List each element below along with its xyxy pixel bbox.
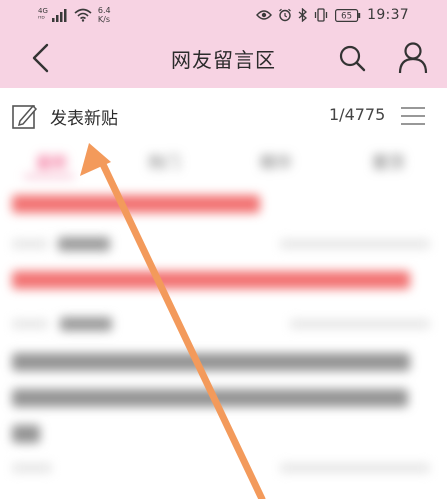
list-item-author (60, 317, 112, 331)
list-item-body (12, 353, 410, 371)
new-post-button[interactable]: 发表新贴 (50, 104, 118, 129)
edit-icon[interactable] (11, 102, 39, 130)
post-toolbar: 发表新贴 1/4775 (0, 88, 447, 143)
battery-icon: 65 (335, 8, 361, 22)
network-type-top: 4G (38, 7, 48, 15)
list-item-meta (280, 463, 430, 473)
list-item-meta (12, 239, 48, 249)
search-icon[interactable] (338, 44, 366, 72)
user-icon[interactable] (396, 40, 430, 74)
status-time: 19:37 (367, 7, 409, 23)
post-list-area: 最新 热门 精华 置顶 (0, 143, 447, 499)
eye-icon (256, 10, 273, 20)
bluetooth-icon (298, 8, 308, 22)
network-type: 4G ᴴᴰ (38, 7, 48, 23)
page-count: 1/4775 (329, 105, 386, 124)
list-item-body (12, 389, 408, 407)
tab-latest[interactable]: 最新 (36, 149, 68, 173)
list-item-meta (12, 463, 52, 473)
category-tabs: 最新 热门 精华 置顶 (0, 145, 447, 178)
battery-level: 65 (341, 11, 352, 21)
list-item-meta (290, 319, 430, 329)
list-item-author (58, 237, 110, 251)
wifi-icon (74, 8, 92, 22)
network-speed-value: 6.4 (97, 6, 111, 15)
tab-hot[interactable]: 热门 (148, 149, 180, 173)
page-title: 网友留言区 (171, 48, 276, 72)
list-item-meta (280, 239, 430, 249)
network-type-bottom: ᴴᴰ (38, 15, 45, 23)
network-speed-unit: K/s (97, 15, 110, 24)
tab-pinned[interactable]: 置顶 (372, 149, 404, 173)
alarm-icon (279, 8, 292, 22)
signal-icon (51, 9, 67, 22)
app-header: 网友留言区 (0, 30, 447, 88)
network-speed: 6.4 K/s (98, 6, 111, 24)
status-bar: 4G ᴴᴰ 6.4 K/s 65 19:37 (0, 0, 447, 30)
list-item-meta (12, 319, 48, 329)
list-item-body (12, 425, 40, 443)
list-item[interactable] (12, 271, 410, 289)
status-right-group: 65 19:37 (256, 4, 409, 26)
tab-featured[interactable]: 精华 (260, 149, 292, 173)
status-left-group: 4G ᴴᴰ 6.4 K/s (38, 4, 111, 26)
post-list-blurred: 最新 热门 精华 置顶 (0, 143, 447, 499)
menu-icon[interactable] (399, 105, 427, 127)
active-tab-indicator (24, 175, 74, 178)
vibrate-icon (314, 8, 328, 22)
list-item[interactable] (12, 195, 260, 213)
